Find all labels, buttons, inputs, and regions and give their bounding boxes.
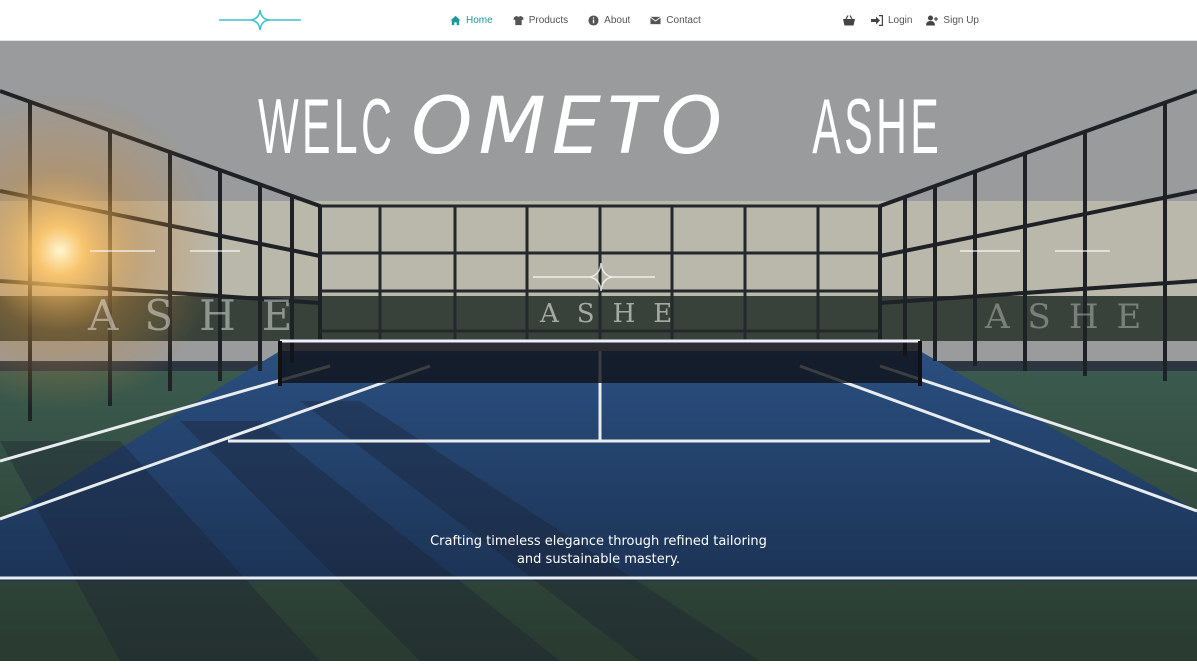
sign-in-icon bbox=[870, 15, 883, 26]
nav-contact-label: Contact bbox=[666, 15, 701, 26]
user-plus-icon bbox=[926, 15, 939, 26]
login-link[interactable]: Login bbox=[870, 15, 913, 26]
shirt-icon bbox=[513, 15, 524, 26]
info-icon bbox=[588, 15, 599, 26]
watermark-right: ASHE bbox=[985, 297, 1160, 337]
envelope-icon bbox=[650, 16, 662, 25]
hero-title-part-2: OME bbox=[411, 82, 608, 172]
hero-tagline-text: Crafting timeless elegance through refin… bbox=[430, 534, 767, 567]
signup-label: Sign Up bbox=[943, 15, 979, 26]
nav-home-label: Home bbox=[466, 15, 493, 26]
nav-about-link[interactable]: About bbox=[588, 15, 630, 26]
hero-title-part-4: ASHE bbox=[812, 82, 943, 170]
nav-products-label: Products bbox=[528, 15, 569, 26]
home-icon bbox=[450, 15, 461, 26]
page-bottom-edge bbox=[0, 661, 1197, 672]
cart-button[interactable] bbox=[842, 15, 855, 26]
navbar: Home Products About Contact Login Sign U… bbox=[0, 0, 1197, 41]
watermark-center: ASHE bbox=[540, 299, 691, 329]
signup-link[interactable]: Sign Up bbox=[926, 15, 979, 26]
hero-title: WELC OMETO ASHE bbox=[0, 87, 1197, 166]
nav-about-label: About bbox=[604, 15, 631, 26]
nav-products-link[interactable]: Products bbox=[513, 15, 568, 26]
hero-title-part-3: TO bbox=[607, 82, 729, 172]
account-nav: Login Sign Up bbox=[842, 0, 979, 41]
brand-logo-icon[interactable] bbox=[219, 8, 301, 32]
nav-contact-link[interactable]: Contact bbox=[650, 15, 701, 26]
basket-icon bbox=[842, 15, 855, 26]
main-nav: Home Products About Contact bbox=[450, 0, 701, 41]
hero-title-part-1: WELC bbox=[257, 82, 395, 170]
nav-home-link[interactable]: Home bbox=[450, 15, 493, 26]
login-label: Login bbox=[887, 15, 913, 26]
watermark-left: ASHE bbox=[88, 291, 319, 340]
hero-section: ASHE ASHE ASHE WELC OMETO ASHE Crafting t… bbox=[0, 41, 1197, 661]
hero-tagline: Crafting timeless elegance through refin… bbox=[0, 533, 1197, 569]
